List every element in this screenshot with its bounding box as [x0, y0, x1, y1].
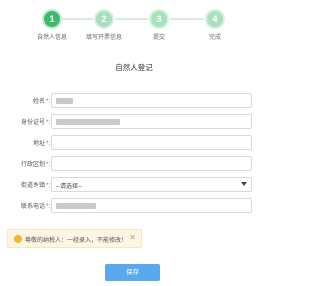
step-label: 自然人信息 — [36, 35, 67, 41]
select-value: --请选择-- — [56, 184, 82, 190]
redacted-value — [56, 119, 120, 125]
phone-row: 联系电话*: — [0, 198, 268, 213]
required-mark: * — [45, 99, 49, 105]
address-row: 地址*: — [0, 135, 268, 150]
field-label: 联系电话*: — [20, 204, 50, 210]
field-label: 身份证号*: — [20, 120, 50, 126]
step-number: 3 — [151, 11, 167, 27]
field-label: 姓名*: — [32, 99, 50, 105]
required-mark: * — [45, 141, 49, 147]
progress-stepper: 1 自然人信息 2 填写开票信息 3 提交 4 完成 — [0, 9, 268, 45]
field-label: 地址*: — [32, 141, 50, 147]
step-4: 4 完成 — [195, 9, 235, 41]
warning-icon — [14, 235, 22, 243]
required-mark: * — [45, 183, 49, 189]
step-number: 1 — [44, 11, 60, 27]
region-input[interactable] — [51, 156, 252, 171]
step-label: 提交 — [152, 35, 165, 41]
form-title: 自然人登记 — [115, 63, 153, 72]
region-row: 行政区划*: — [0, 156, 268, 171]
warning-notice: 尊敬的纳税人：一经录入，不能修改！ ✕ — [7, 229, 142, 248]
save-button[interactable]: 保存 — [105, 264, 160, 281]
notice-text: 尊敬的纳税人：一经录入，不能修改！ — [25, 238, 128, 244]
name-input[interactable] — [51, 93, 252, 108]
step-3: 3 提交 — [139, 9, 179, 41]
street-select[interactable]: --请选择-- — [51, 177, 252, 192]
phone-input[interactable] — [51, 198, 252, 213]
redacted-value — [56, 203, 96, 209]
field-label: 行政区划*: — [20, 162, 50, 168]
id-number-input[interactable] — [51, 114, 252, 129]
address-input[interactable] — [51, 135, 252, 150]
name-row: 姓名*: — [0, 93, 268, 108]
step-number: 2 — [96, 11, 112, 27]
required-mark: * — [45, 120, 49, 126]
step-label: 完成 — [208, 35, 221, 41]
field-label: 街道乡镇*: — [20, 183, 50, 189]
chevron-down-icon — [241, 182, 247, 186]
id-number-row: 身份证号*: — [0, 114, 268, 129]
step-label: 填写开票信息 — [85, 35, 122, 41]
close-icon[interactable]: ✕ — [129, 233, 136, 243]
step-1: 1 自然人信息 — [32, 9, 72, 41]
step-number: 4 — [207, 11, 223, 27]
required-mark: * — [45, 162, 49, 168]
required-mark: * — [45, 204, 49, 210]
step-2: 2 填写开票信息 — [84, 9, 124, 41]
street-row: 街道乡镇*: --请选择-- — [0, 177, 268, 192]
redacted-value — [56, 98, 73, 104]
